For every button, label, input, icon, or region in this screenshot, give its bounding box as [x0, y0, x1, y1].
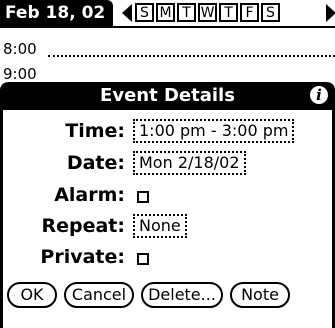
- week-day-selector: S M T W T F S: [135, 3, 282, 23]
- day-thursday[interactable]: T: [219, 3, 238, 22]
- current-date-tab[interactable]: Feb 18, 02: [0, 0, 113, 26]
- alarm-checkbox[interactable]: [137, 191, 149, 203]
- day-tuesday[interactable]: T: [177, 3, 196, 22]
- ok-button[interactable]: OK: [7, 282, 57, 308]
- date-bar: Feb 18, 02 S M T W T F S: [0, 0, 335, 30]
- day-sunday[interactable]: S: [135, 3, 154, 22]
- dialog-buttons: OK Cancel Delete... Note: [3, 282, 335, 312]
- date-label: Date:: [66, 152, 125, 174]
- day-friday[interactable]: F: [240, 3, 259, 22]
- time-slot-8-line[interactable]: [48, 55, 335, 57]
- cancel-button[interactable]: Cancel: [64, 282, 134, 308]
- delete-button[interactable]: Delete...: [141, 282, 223, 308]
- time-slot-8[interactable]: 8:00: [3, 40, 37, 58]
- time-field[interactable]: 1:00 pm - 3:00 pm: [133, 119, 295, 143]
- info-icon[interactable]: i: [310, 86, 328, 104]
- day-wednesday[interactable]: W: [198, 3, 217, 22]
- repeat-field[interactable]: None: [133, 214, 187, 238]
- time-slot-9[interactable]: 9:00: [3, 65, 37, 82]
- note-button[interactable]: Note: [230, 282, 290, 308]
- private-checkbox[interactable]: [137, 253, 149, 265]
- next-week-arrow-icon[interactable]: [326, 4, 335, 22]
- dialog-title-bar: Event Details i: [3, 82, 332, 110]
- date-field[interactable]: Mon 2/18/02: [133, 151, 246, 175]
- event-details-dialog: Event Details i Time: 1:00 pm - 3:00 pm …: [0, 82, 335, 328]
- repeat-label: Repeat:: [41, 215, 125, 237]
- header-divider: [0, 26, 335, 28]
- time-label: Time:: [65, 120, 125, 142]
- private-label: Private:: [40, 246, 125, 268]
- alarm-label: Alarm:: [54, 184, 125, 206]
- day-saturday[interactable]: S: [261, 3, 280, 22]
- dialog-title: Event Details: [100, 85, 235, 106]
- previous-week-arrow-icon[interactable]: [122, 4, 132, 22]
- day-monday[interactable]: M: [156, 3, 175, 22]
